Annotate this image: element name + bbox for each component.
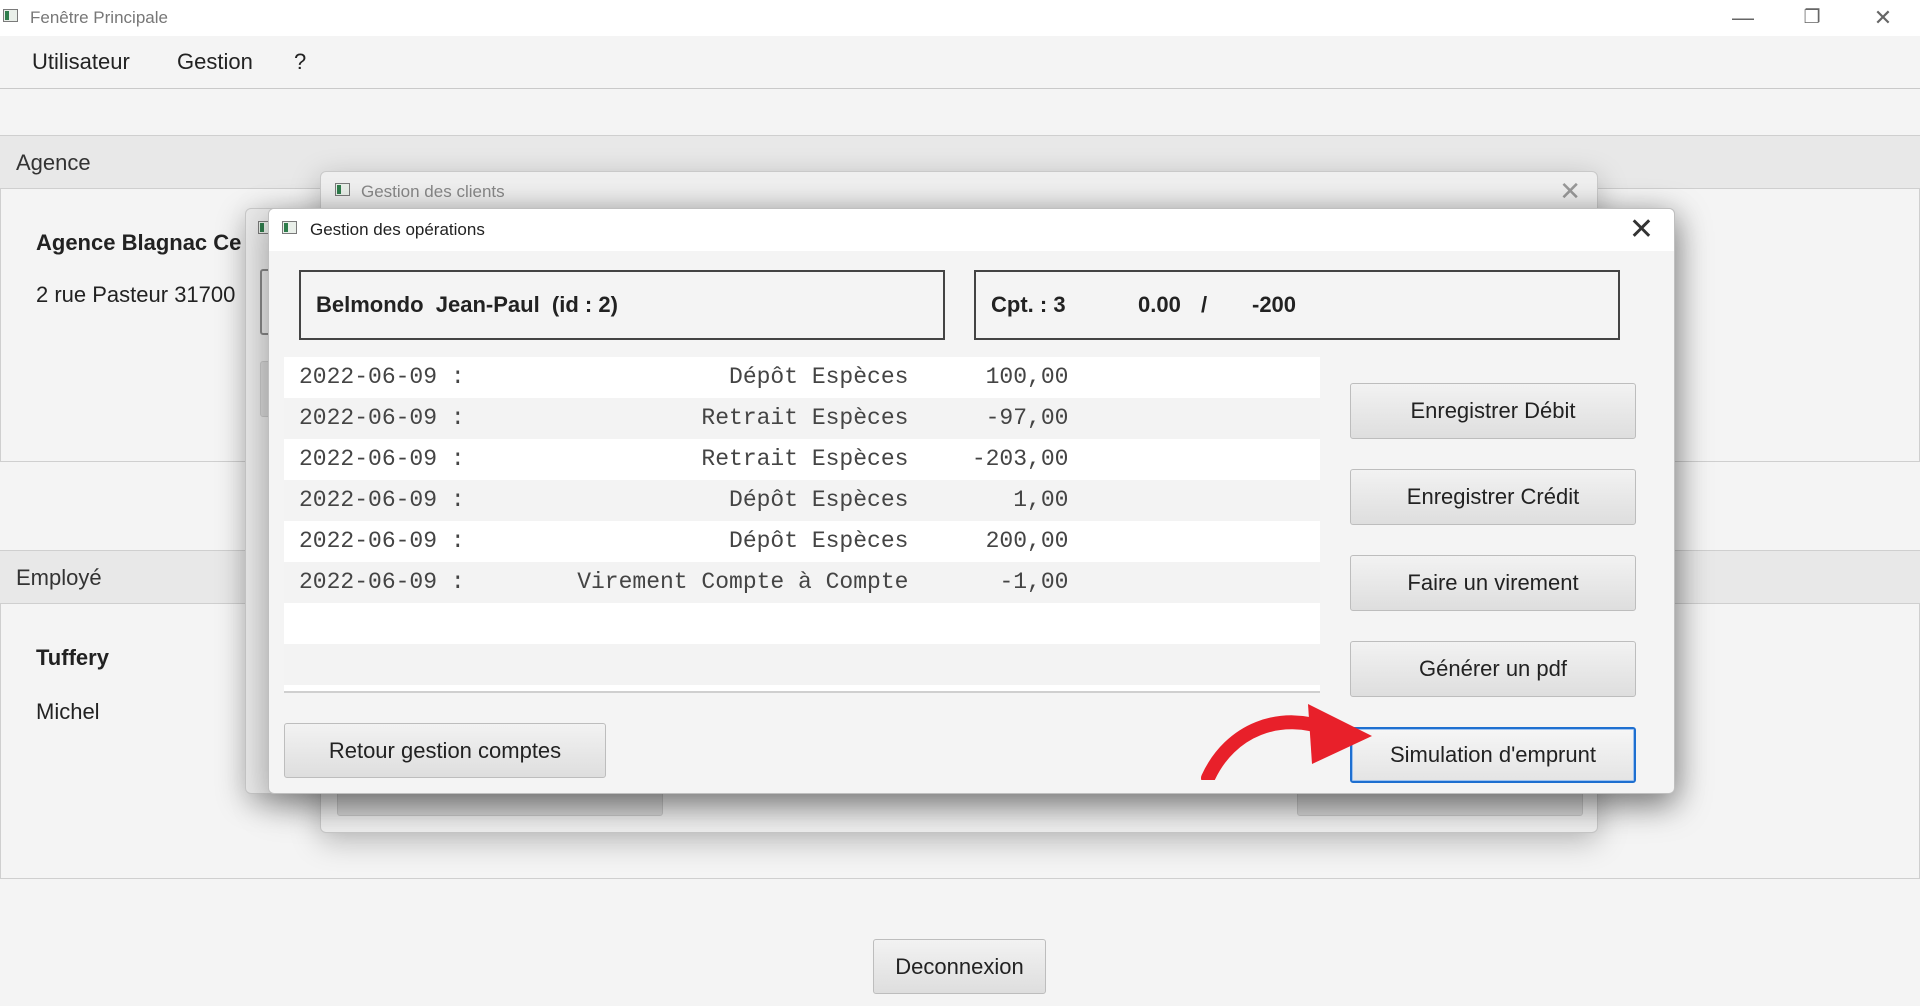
account-balance: 0.00 (1138, 292, 1181, 317)
operation-row[interactable]: 2022-06-09 : Retrait Espèces -97,00 (284, 398, 1320, 439)
operation-row[interactable]: 2022-06-09 : Virement Compte à Compte -1,… (284, 562, 1320, 603)
clients-dialog-icon (335, 183, 350, 196)
agence-address: 2 rue Pasteur 31700 (36, 282, 236, 307)
operation-type: Retrait Espèces (701, 405, 909, 431)
operation-type: Dépôt Espèces (729, 528, 909, 554)
agence-name: Agence Blagnac Ce (36, 230, 242, 255)
operation-amount: -1,00 (999, 569, 1069, 595)
operation-row[interactable]: 2022-06-09 : Dépôt Espèces 200,00 (284, 521, 1320, 562)
operation-type: Retrait Espèces (701, 446, 909, 472)
operation-row[interactable]: 2022-06-09 : Retrait Espèces -203,00 (284, 439, 1320, 480)
account-separator: / (1201, 292, 1208, 317)
deconnexion-button[interactable]: Deconnexion (873, 939, 1046, 994)
operations-dialog-close-icon[interactable]: ✕ (1629, 213, 1654, 247)
operation-amount: 100,00 (985, 364, 1069, 390)
operation-colon: : (437, 528, 479, 554)
generer-pdf-button[interactable]: Générer un pdf (1350, 641, 1636, 697)
operations-dialog-title: Gestion des opérations (310, 220, 485, 239)
operations-dialog: Gestion des opérations ✕ Belmondo Jean-P… (268, 208, 1675, 794)
operation-colon: : (437, 405, 479, 431)
account-overdraft: -200 (1252, 292, 1297, 317)
operation-date: 2022-06-09 (299, 364, 438, 390)
clients-dialog-close-icon[interactable]: ✕ (1559, 176, 1581, 207)
operation-row[interactable]: 2022-06-09 : Dépôt Espèces 100,00 (284, 357, 1320, 398)
agence-header-label: Agence (16, 150, 91, 175)
operation-amount: -203,00 (971, 446, 1069, 472)
operation-row[interactable]: 2022-06-09 : Dépôt Espèces 1,00 (284, 480, 1320, 521)
menu-gestion[interactable]: Gestion (177, 49, 253, 75)
operations-dialog-titlebar: Gestion des opérations ✕ (269, 209, 1674, 251)
close-button[interactable]: ✕ (1868, 4, 1898, 32)
retour-gestion-comptes-button[interactable]: Retour gestion comptes (284, 723, 606, 778)
employe-firstname: Michel (36, 699, 100, 724)
account-info-box: Cpt. : 3 0.00 / -200 (974, 270, 1620, 340)
simulation-emprunt-button[interactable]: Simulation d'emprunt (1350, 727, 1636, 783)
operations-list[interactable]: 2022-06-09 : Dépôt Espèces 100,00 2022-06-… (284, 357, 1320, 693)
employe-lastname: Tuffery (36, 645, 109, 670)
enregistrer-credit-button[interactable]: Enregistrer Crédit (1350, 469, 1636, 525)
client-info-text: Belmondo Jean-Paul (id : 2) (316, 292, 618, 317)
menu-bar: Utilisateur Gestion ? (0, 36, 1920, 89)
arrow-head (1308, 704, 1372, 764)
clients-dialog-title: Gestion des clients (361, 182, 505, 201)
minimize-button[interactable]: — (1728, 4, 1758, 32)
menu-utilisateur[interactable]: Utilisateur (32, 49, 130, 75)
operation-date: 2022-06-09 (299, 487, 438, 513)
operation-amount: 1,00 (1013, 487, 1069, 513)
red-arrow-annotation (1201, 704, 1372, 780)
enregistrer-debit-button[interactable]: Enregistrer Débit (1350, 383, 1636, 439)
account-number: Cpt. : 3 (991, 292, 1066, 317)
operation-date: 2022-06-09 (299, 528, 438, 554)
restore-button[interactable]: ❐ (1797, 4, 1827, 32)
operation-date: 2022-06-09 (299, 405, 438, 431)
operation-date: 2022-06-09 (299, 569, 438, 595)
empty-row (284, 644, 1320, 685)
window-title: Fenêtre Principale (30, 8, 168, 27)
operation-colon: : (437, 487, 479, 513)
menu-help[interactable]: ? (294, 49, 306, 75)
client-info-box: Belmondo Jean-Paul (id : 2) (299, 270, 945, 340)
operation-type: Dépôt Espèces (729, 487, 909, 513)
operation-amount: -97,00 (985, 405, 1069, 431)
employe-header-label: Employé (16, 565, 102, 590)
operation-colon: : (437, 364, 479, 390)
operation-type: Virement Compte à Compte (577, 569, 909, 595)
operation-date: 2022-06-09 (299, 446, 438, 472)
faire-virement-button[interactable]: Faire un virement (1350, 555, 1636, 611)
app-icon (3, 9, 18, 22)
operation-colon: : (437, 446, 479, 472)
operation-type: Dépôt Espèces (729, 364, 909, 390)
operations-dialog-icon (282, 221, 297, 234)
empty-row (284, 603, 1320, 644)
operation-colon: : (437, 569, 479, 595)
operation-amount: 200,00 (985, 528, 1069, 554)
title-bar: Fenêtre Principale — ❐ ✕ (0, 0, 1920, 36)
